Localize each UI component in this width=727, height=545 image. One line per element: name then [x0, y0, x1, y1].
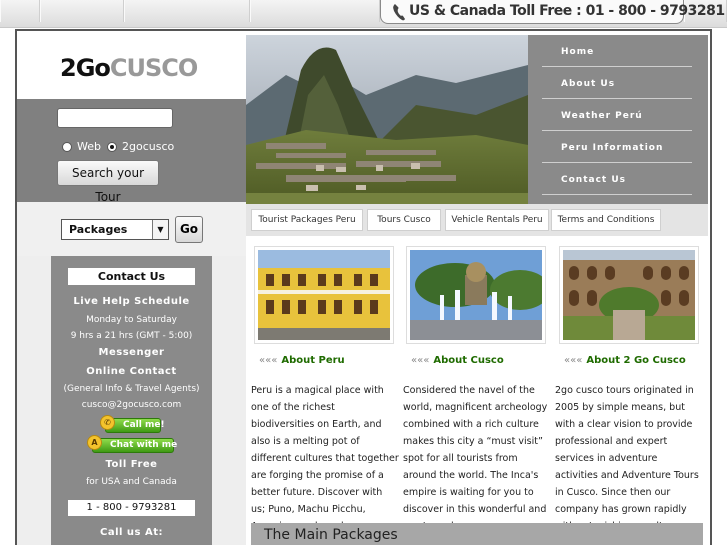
usa-canada-text: for USA and Canada — [86, 477, 177, 487]
phone-icon: ✆ — [100, 415, 115, 430]
chat-with-me-label: Chat with me — [110, 440, 178, 450]
tab-terms-and-conditions[interactable]: Terms and Conditions — [551, 209, 661, 231]
main-packages-title: The Main Packages — [264, 527, 398, 543]
radio-web[interactable] — [62, 142, 72, 152]
go-button[interactable]: Go — [175, 216, 203, 243]
radio-2gocusco-label: 2gocusco — [122, 140, 175, 153]
logo-part-go: 2Go — [60, 54, 111, 82]
search-input[interactable] — [57, 108, 173, 128]
about-peru-text: Peru is a magical place with one of the … — [251, 385, 399, 532]
quote-marks: ««« — [411, 355, 430, 366]
top-tab — [250, 0, 380, 22]
toll-free-text: US & Canada Toll Free : 01 - 800 - 97932… — [409, 3, 725, 19]
quote-marks: ««« — [259, 355, 278, 366]
nav-item-home[interactable]: Home — [542, 37, 692, 67]
about-peru-link[interactable]: About Peru — [281, 355, 344, 366]
about-2gocusco-link[interactable]: About 2 Go Cusco — [586, 355, 685, 366]
top-tab — [0, 0, 40, 22]
about-2gocusco-heading[interactable]: ««« About 2 Go Cusco — [564, 355, 686, 366]
page: US & Canada Toll Free : 01 - 800 - 97932… — [0, 0, 727, 545]
chat-with-me-button[interactable]: A Chat with me — [87, 435, 178, 453]
call-us-heading: Call us At: — [100, 527, 163, 538]
about-cusco-heading[interactable]: ««« About Cusco — [411, 355, 504, 366]
online-contact-heading: Online Contact — [86, 366, 177, 377]
peru-photo[interactable] — [254, 246, 394, 344]
live-help-heading: Live Help Schedule — [73, 296, 190, 307]
about-cusco-link[interactable]: About Cusco — [433, 355, 503, 366]
call-me-label: Call me! — [123, 420, 165, 430]
quote-marks: ««« — [564, 355, 583, 366]
tab-tourist-packages-peru[interactable]: Tourist Packages Peru — [251, 209, 363, 231]
about-peru-heading[interactable]: ««« About Peru — [259, 355, 345, 366]
nav-item-about-us[interactable]: About Us — [542, 69, 692, 99]
toll-free-banner: US & Canada Toll Free : 01 - 800 - 97932… — [380, 0, 725, 24]
tab-tours-cusco[interactable]: Tours Cusco — [367, 209, 441, 231]
tab-vehicle-rentals-peru[interactable]: Vehicle Rentals Peru — [445, 209, 549, 231]
nav-item-weather-peru[interactable]: Weather Perú — [542, 101, 692, 131]
contact-title: Contact Us — [68, 268, 195, 285]
toll-free-heading: Toll Free — [105, 459, 158, 470]
search-tour-button[interactable]: Search your Tour — [57, 160, 159, 204]
nav-item-peru-information[interactable]: Peru Information — [542, 133, 692, 163]
cusco-photo[interactable] — [406, 246, 546, 344]
top-tab — [124, 0, 250, 22]
packages-select-value: Packages — [69, 223, 128, 236]
call-me-button[interactable]: ✆ Call me! — [100, 415, 165, 433]
site-logo[interactable]: 2GoCUSCO — [60, 54, 198, 82]
machu-picchu-photo — [246, 35, 528, 204]
packages-select[interactable]: Packages ▼ — [61, 219, 169, 240]
about-cusco-text: Considered the navel of the world, magni… — [403, 385, 548, 532]
radio-2gocusco[interactable] — [107, 142, 117, 152]
toll-free-number: 1 - 800 - 9793281 — [68, 500, 195, 516]
messenger-heading: Messenger — [98, 347, 165, 358]
schedule-hours: 9 hrs a 21 hrs (GMT - 5:00) — [70, 331, 193, 341]
phone-icon — [393, 4, 405, 21]
contact-email[interactable]: cusco@2gocusco.com — [51, 400, 212, 410]
radio-web-label: Web — [77, 140, 101, 153]
chevron-down-icon: ▼ — [152, 220, 168, 239]
general-info-text: (General Info & Travel Agents) — [63, 384, 200, 394]
schedule-days: Monday to Saturday — [86, 315, 177, 325]
main-packages-header: The Main Packages — [251, 523, 703, 545]
logo-part-cusco: CUSCO — [109, 54, 198, 82]
about-2gocusco-text: 2go cusco tours originated in 2005 by si… — [555, 385, 699, 532]
top-tab — [40, 0, 124, 22]
2gocusco-photo[interactable] — [559, 246, 699, 344]
chat-icon: A — [87, 435, 102, 450]
nav-item-contact-us[interactable]: Contact Us — [542, 165, 692, 195]
